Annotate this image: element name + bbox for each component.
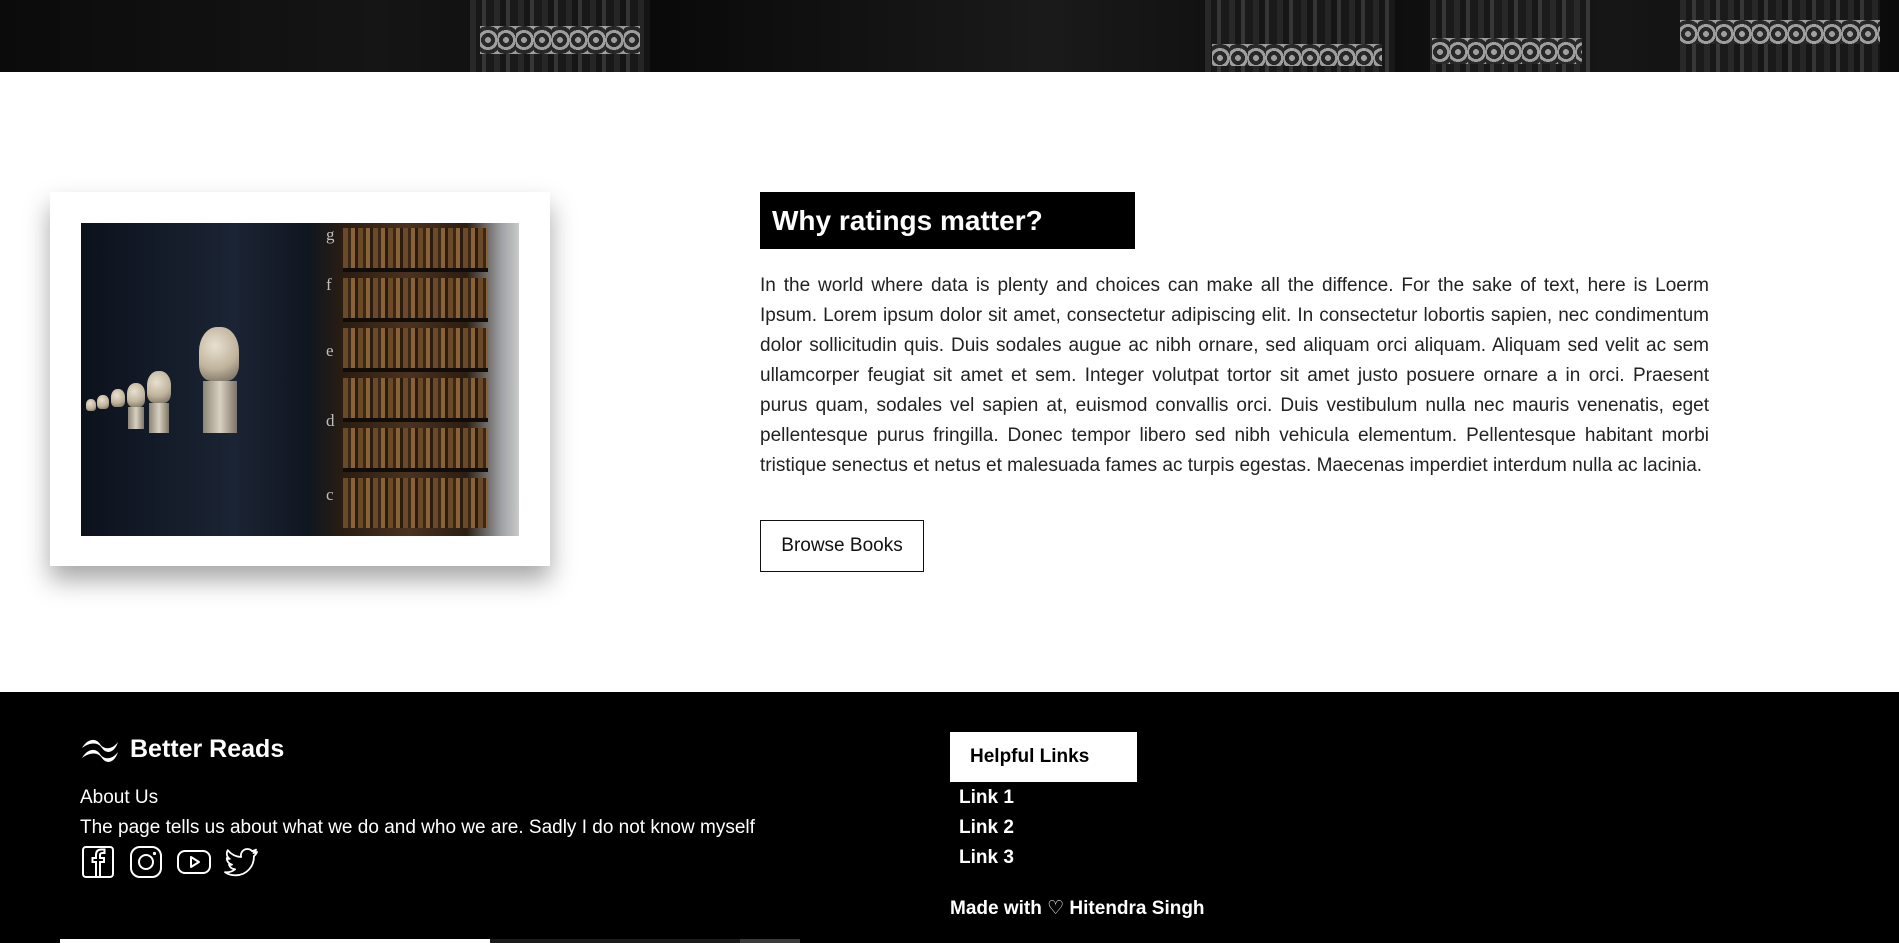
bust	[147, 371, 171, 403]
pedestal	[203, 381, 237, 433]
shelf-letter: c	[326, 485, 334, 504]
shelf	[343, 368, 488, 372]
bookshelf	[343, 228, 488, 268]
youtube-icon[interactable]	[176, 844, 212, 880]
bookshelf	[343, 328, 488, 368]
facebook-icon[interactable]	[80, 844, 116, 880]
twitter-icon[interactable]	[224, 844, 260, 880]
shelf	[343, 268, 488, 272]
scroll-indicator	[60, 939, 490, 943]
pedestal	[128, 407, 144, 429]
hero-decor	[1212, 44, 1382, 66]
helpful-links-heading-box: Helpful Links	[950, 732, 1137, 782]
social-links	[80, 844, 260, 880]
bust	[199, 327, 239, 381]
section-body: In the world where data is plenty and ch…	[760, 275, 1709, 476]
shelf-letter: d	[326, 411, 335, 430]
helpful-links-heading: Helpful Links	[970, 746, 1090, 767]
scroll-indicator-track	[740, 939, 800, 943]
brand-name: Better Reads	[130, 734, 285, 763]
bust	[86, 399, 96, 411]
section-heading: Why ratings matter?	[772, 205, 1043, 236]
made-with-credit: Made with ♡ Hitendra Singh	[950, 898, 1205, 919]
about-title: About Us	[80, 787, 159, 808]
bookshelf	[343, 378, 488, 418]
shelf	[343, 468, 488, 472]
bust	[127, 383, 145, 407]
library-photo: g f e d c	[81, 223, 519, 536]
photo-card: g f e d c	[50, 192, 550, 566]
pedestal	[149, 403, 169, 433]
wave-logo-icon	[82, 739, 118, 762]
instagram-icon[interactable]	[128, 844, 164, 880]
brand[interactable]: Better Reads	[80, 734, 284, 764]
footer-link-3[interactable]: Link 3	[959, 847, 1014, 869]
shelf	[343, 418, 488, 422]
bookshelf	[343, 428, 488, 468]
footer: Better Reads About Us The page tells us …	[0, 692, 1899, 943]
about-description: The page tells us about what we do and w…	[80, 817, 755, 838]
bookshelf	[343, 478, 488, 528]
hero-decor	[1680, 20, 1880, 44]
shelf-letter: f	[326, 275, 332, 294]
scroll-indicator-track	[490, 939, 740, 943]
footer-link-1[interactable]: Link 1	[959, 787, 1014, 809]
section-heading-box: Why ratings matter?	[760, 192, 1135, 249]
shelf	[343, 318, 488, 322]
bust	[111, 389, 125, 407]
hero-decor	[1432, 38, 1582, 64]
browse-books-button[interactable]: Browse Books	[760, 520, 924, 572]
footer-link-2[interactable]: Link 2	[959, 817, 1014, 839]
shelf-letter: e	[326, 341, 334, 360]
hero-banner	[0, 0, 1899, 72]
bookshelf	[343, 278, 488, 318]
bust	[97, 395, 109, 409]
shelf-letter: g	[326, 225, 335, 244]
hero-decor	[480, 26, 640, 54]
